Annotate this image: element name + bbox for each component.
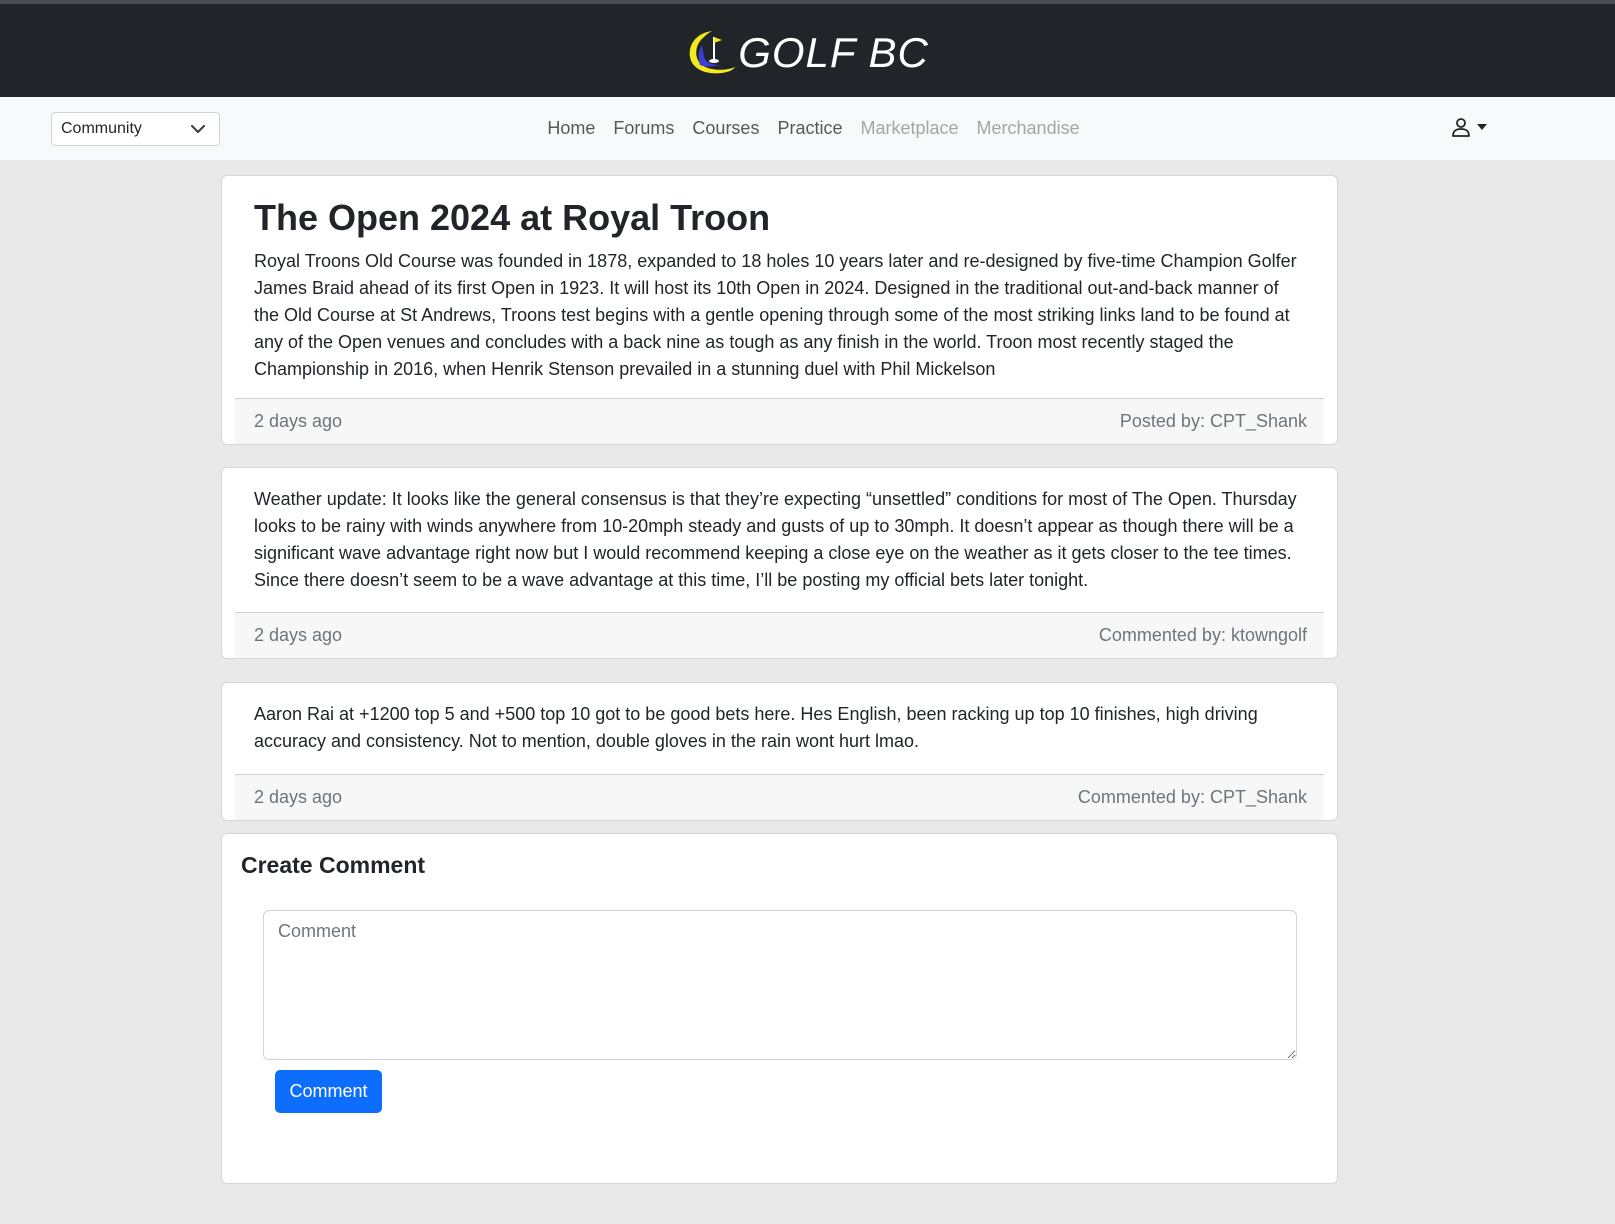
comment-footer: 2 days ago Commented by: ktowngolf	[235, 612, 1324, 658]
user-menu-toggle[interactable]	[1451, 117, 1487, 137]
post-card: The Open 2024 at Royal Troon Royal Troon…	[221, 175, 1338, 445]
comment-textarea[interactable]	[263, 910, 1297, 1060]
nav-link-merchandise[interactable]: Merchandise	[977, 118, 1080, 139]
golf-swoosh-icon	[689, 30, 736, 73]
comment-card: Aaron Rai at +1200 top 5 and +500 top 10…	[221, 682, 1338, 821]
caret-down-icon	[1477, 124, 1487, 130]
comment-author: Commented by: ktowngolf	[1098, 625, 1307, 645]
nav-link-courses[interactable]: Courses	[692, 118, 759, 139]
comment-body: Weather update: It looks like the genera…	[254, 489, 1297, 590]
create-comment-title: Create Comment	[241, 852, 426, 878]
comment-body: Aaron Rai at +1200 top 5 and +500 top 10…	[254, 704, 1258, 751]
nav-link-home[interactable]: Home	[547, 118, 595, 139]
comment-timestamp: 2 days ago	[254, 787, 343, 807]
main-navbar: Community Home Forums Courses Practice M…	[0, 97, 1615, 160]
post-footer: 2 days ago Posted by: CPT_Shank	[235, 398, 1324, 444]
person-icon	[1452, 118, 1470, 137]
nav-link-forums[interactable]: Forums	[613, 118, 674, 139]
comment-footer: 2 days ago Commented by: CPT_Shank	[235, 774, 1324, 820]
comment-card: Weather update: It looks like the genera…	[221, 467, 1338, 659]
post-body: Royal Troons Old Course was founded in 1…	[254, 251, 1297, 380]
submit-comment-button[interactable]: Comment	[275, 1070, 382, 1113]
brand-header: GOLF BC	[0, 4, 1615, 97]
create-comment-card: Create Comment Comment	[221, 833, 1338, 1184]
comment-timestamp: 2 days ago	[254, 625, 343, 645]
post-timestamp: 2 days ago	[254, 411, 343, 431]
nav-link-marketplace[interactable]: Marketplace	[860, 118, 958, 139]
site-logo[interactable]: GOLF BC	[686, 25, 929, 77]
nav-link-practice[interactable]: Practice	[777, 118, 842, 139]
comment-author: Commented by: CPT_Shank	[1077, 787, 1307, 807]
brand-name: GOLF BC	[738, 28, 929, 76]
post-author: Posted by: CPT_Shank	[1119, 411, 1307, 431]
post-title: The Open 2024 at Royal Troon	[254, 197, 771, 238]
nav-links: Home Forums Courses Practice Marketplace…	[0, 97, 1615, 160]
